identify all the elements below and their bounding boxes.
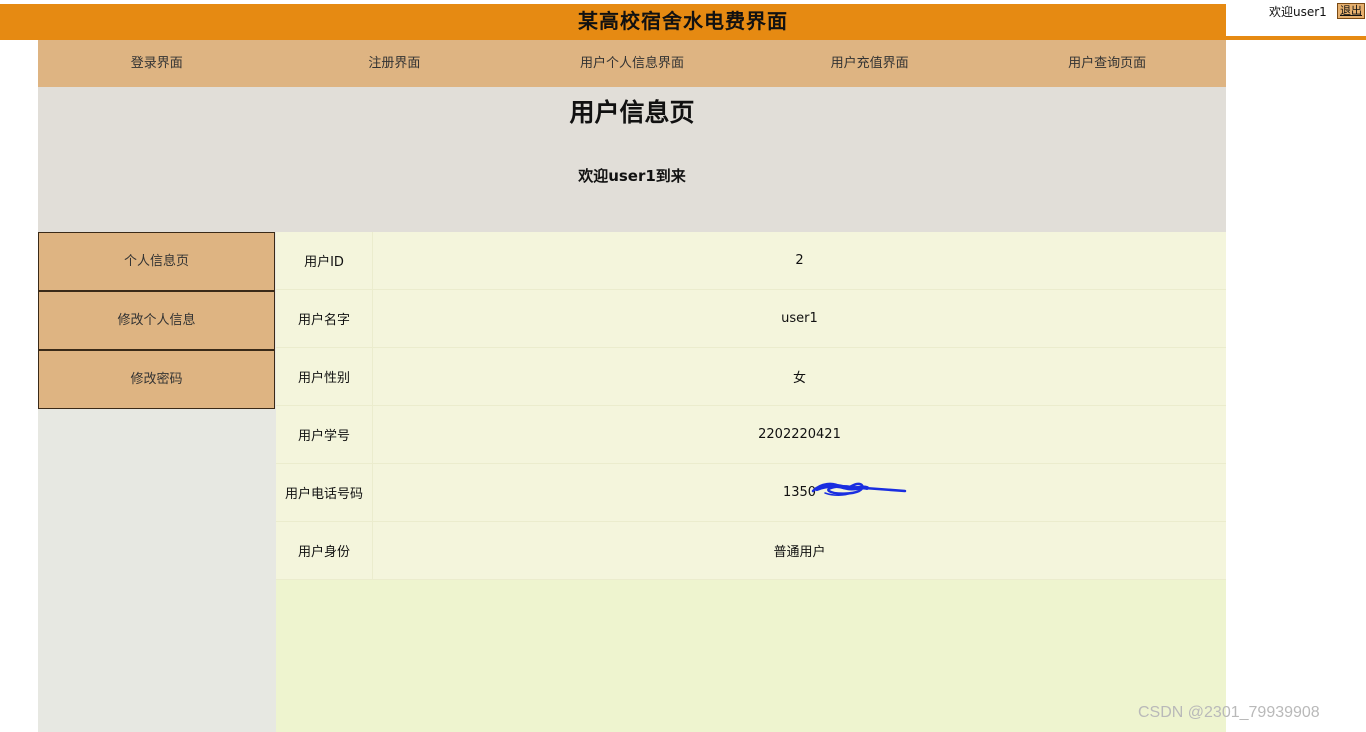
user-role-value: 普通用户	[372, 521, 1226, 580]
sidebar: 个人信息页 修改个人信息 修改密码	[38, 232, 276, 732]
phone-wrap: 1350	[783, 482, 907, 500]
nav-recharge[interactable]: 用户充值界面	[751, 40, 989, 87]
site-title: 某高校宿舍水电费界面	[578, 9, 788, 33]
user-id-value: 2	[372, 232, 1226, 290]
logout-button[interactable]: 退出	[1337, 3, 1365, 19]
student-number-label: 用户学号	[276, 405, 373, 464]
user-name-label: 用户名字	[276, 289, 373, 348]
welcome-user-text: 欢迎user1	[1269, 5, 1327, 19]
user-info-table: 用户ID 2 用户名字 user1 用户性别 女 用户学号 2202220421…	[276, 232, 1226, 580]
sidebar-item-personal-info[interactable]: 个人信息页	[38, 232, 275, 291]
nav-query[interactable]: 用户查询页面	[988, 40, 1226, 87]
content-area: 用户ID 2 用户名字 user1 用户性别 女 用户学号 2202220421…	[276, 232, 1226, 732]
table-row: 用户学号 2202220421	[276, 405, 1226, 464]
table-row: 用户性别 女	[276, 347, 1226, 406]
nav-login[interactable]: 登录界面	[38, 40, 276, 87]
sidebar-item-edit-info[interactable]: 修改个人信息	[38, 291, 275, 350]
phone-label: 用户电话号码	[276, 463, 373, 522]
user-gender-value: 女	[372, 347, 1226, 406]
phone-cell: 1350	[372, 463, 1226, 522]
redaction-scribble	[811, 482, 907, 496]
watermark: CSDN @2301_79939908	[1138, 704, 1320, 721]
user-role-label: 用户身份	[276, 521, 373, 580]
top-header-bar: 某高校宿舍水电费界面	[0, 4, 1366, 40]
student-number-value: 2202220421	[372, 405, 1226, 464]
table-row: 用户电话号码 1350	[276, 463, 1226, 522]
main-nav: 登录界面 注册界面 用户个人信息界面 用户充值界面 用户查询页面	[38, 40, 1226, 87]
user-name-value: user1	[372, 289, 1226, 348]
sidebar-item-change-password[interactable]: 修改密码	[38, 350, 275, 409]
table-row: 用户身份 普通用户	[276, 521, 1226, 580]
welcome-message: 欢迎user1到来	[578, 167, 686, 185]
page-hero: 用户信息页 欢迎user1到来	[38, 87, 1226, 232]
user-gender-label: 用户性别	[276, 347, 373, 406]
table-row: 用户ID 2	[276, 232, 1226, 290]
nav-user-info[interactable]: 用户个人信息界面	[513, 40, 751, 87]
page-title: 用户信息页	[569, 98, 695, 127]
nav-register[interactable]: 注册界面	[276, 40, 514, 87]
user-id-label: 用户ID	[276, 232, 373, 290]
table-row: 用户名字 user1	[276, 289, 1226, 348]
